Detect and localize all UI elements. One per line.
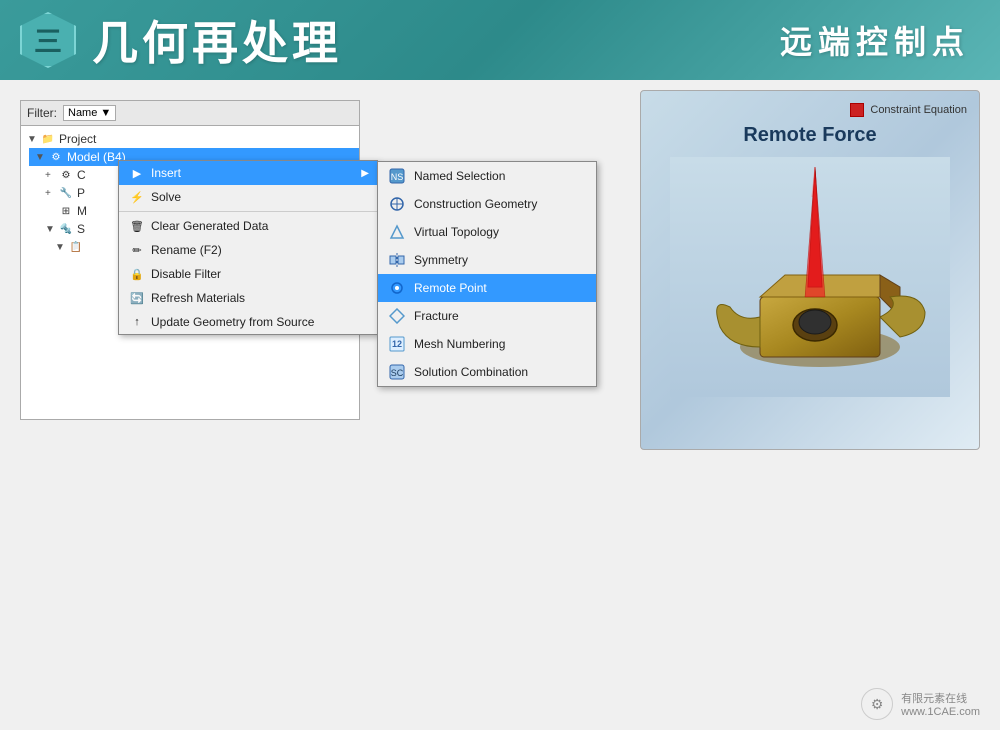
context-insert[interactable]: ▶ Insert ▶: [119, 161, 377, 185]
model-expand-icon: ▼: [35, 152, 45, 163]
s-label: S: [77, 222, 85, 236]
insert-icon: ▶: [129, 165, 145, 181]
footer-watermark: ⚙ 有限元素在线 www.1CAE.com: [861, 688, 980, 720]
c-label: C: [77, 168, 86, 182]
context-solve[interactable]: ⚡ Solve: [119, 185, 377, 209]
model-label: Model (B4): [67, 150, 126, 164]
m-label: M: [77, 204, 87, 218]
remote-force-title: Remote Force: [743, 124, 876, 147]
hexagon-badge: 三: [20, 12, 76, 68]
context-disable[interactable]: 🔒 Disable Filter: [119, 262, 377, 286]
svg-text:SC: SC: [391, 368, 404, 378]
expand-icon: ▼: [27, 134, 37, 145]
submenu-construction-geometry[interactable]: Construction Geometry: [378, 190, 596, 218]
symmetry-label: Symmetry: [414, 253, 468, 267]
tree-item-project[interactable]: ▼ 📁 Project: [21, 130, 359, 148]
c-icon: ⚙: [59, 168, 73, 182]
named-selection-label: Named Selection: [414, 169, 505, 183]
disable-label: Disable Filter: [151, 267, 221, 281]
main-content: Filter: Name ▼ ▼ 📁 Project ▼ ⚙ Model (B4…: [0, 80, 1000, 730]
submenu-fracture[interactable]: Fracture: [378, 302, 596, 330]
hexagon-text: 三: [34, 20, 62, 60]
sub-expand-icon: ▼: [55, 242, 65, 253]
s-expand-icon: ▼: [45, 224, 55, 235]
model-icon: ⚙: [49, 150, 63, 164]
mesh-numbering-label: Mesh Numbering: [414, 337, 505, 351]
m-icon: ⊞: [59, 204, 73, 218]
submenu-symmetry[interactable]: Symmetry: [378, 246, 596, 274]
watermark-text: 有限元素在线 www.1CAE.com: [901, 690, 980, 718]
p-label: P: [77, 186, 85, 200]
rename-icon: ✏: [129, 242, 145, 258]
update-label: Update Geometry from Source: [151, 315, 314, 329]
menu-separator-1: [119, 211, 377, 212]
filter-dropdown[interactable]: Name ▼: [63, 105, 116, 121]
legend-label: Constraint Equation: [870, 104, 967, 116]
svg-text:NS: NS: [391, 172, 404, 182]
virtual-topology-icon: [388, 223, 406, 241]
construction-geometry-icon: [388, 195, 406, 213]
p-icon: 🔧: [59, 186, 73, 200]
fracture-icon: [388, 307, 406, 325]
shape-container: [670, 157, 950, 417]
refresh-icon: 🔄: [129, 290, 145, 306]
sub-icon: 📋: [69, 240, 83, 254]
mesh-numbering-icon: 12: [388, 335, 406, 353]
context-rename[interactable]: ✏ Rename (F2): [119, 238, 377, 262]
insert-arrow: ▶: [361, 168, 369, 179]
insert-label: Insert: [151, 166, 181, 180]
s-icon: 🔩: [59, 222, 73, 236]
symmetry-icon: [388, 251, 406, 269]
p-expand-icon: +: [45, 188, 55, 199]
solution-combination-icon: SC: [388, 363, 406, 381]
3d-visualization: [670, 157, 950, 397]
rename-label: Rename (F2): [151, 243, 222, 257]
clear-label: Clear Generated Data: [151, 219, 268, 233]
update-icon: ↑: [129, 314, 145, 330]
svg-text:12: 12: [392, 339, 402, 349]
submenu-remote-point[interactable]: Remote Point: [378, 274, 596, 302]
construction-geometry-label: Construction Geometry: [414, 197, 537, 211]
context-refresh[interactable]: 🔄 Refresh Materials: [119, 286, 377, 310]
c-expand-icon: +: [45, 170, 55, 181]
fracture-label: Fracture: [414, 309, 459, 323]
virtual-topology-label: Virtual Topology: [414, 225, 499, 239]
project-label: Project: [59, 132, 96, 146]
legend-color: [850, 103, 864, 117]
header: 三 几何再处理 远端控制点: [0, 0, 1000, 80]
submenu-named-selection[interactable]: NS Named Selection: [378, 162, 596, 190]
submenu-solution-combination[interactable]: SC Solution Combination: [378, 358, 596, 386]
filter-bar: Filter: Name ▼: [21, 101, 359, 126]
refresh-label: Refresh Materials: [151, 291, 245, 305]
submenu-mesh-numbering[interactable]: 12 Mesh Numbering: [378, 330, 596, 358]
disable-icon: 🔒: [129, 266, 145, 282]
filter-value: Name: [68, 107, 97, 119]
constraint-legend: Constraint Equation: [850, 103, 967, 117]
context-update[interactable]: ↑ Update Geometry from Source: [119, 310, 377, 334]
solve-icon: ⚡: [129, 189, 145, 205]
clear-icon: 🗑: [129, 218, 145, 234]
header-subtitle: 远端控制点: [780, 17, 970, 63]
remote-point-icon: [388, 279, 406, 297]
project-icon: 📁: [41, 132, 55, 146]
watermark-line2: www.1CAE.com: [901, 706, 980, 718]
context-menu: ▶ Insert ▶ ⚡ Solve 🗑 Clear Generated Dat…: [118, 160, 378, 335]
solution-combination-label: Solution Combination: [414, 365, 528, 379]
filter-arrow: ▼: [100, 107, 111, 119]
page-title: 几何再处理: [92, 7, 342, 73]
submenu: NS Named Selection Construction Geometry…: [377, 161, 597, 387]
named-selection-icon: NS: [388, 167, 406, 185]
watermark-logo: ⚙: [861, 688, 893, 720]
watermark-icon: ⚙: [871, 696, 884, 713]
remote-point-label: Remote Point: [414, 281, 487, 295]
filter-label: Filter:: [27, 106, 57, 120]
watermark-line1: 有限元素在线: [901, 690, 980, 706]
right-panel: Constraint Equation Remote Force: [640, 90, 980, 450]
submenu-virtual-topology[interactable]: Virtual Topology: [378, 218, 596, 246]
context-clear[interactable]: 🗑 Clear Generated Data: [119, 214, 377, 238]
solve-label: Solve: [151, 190, 181, 204]
